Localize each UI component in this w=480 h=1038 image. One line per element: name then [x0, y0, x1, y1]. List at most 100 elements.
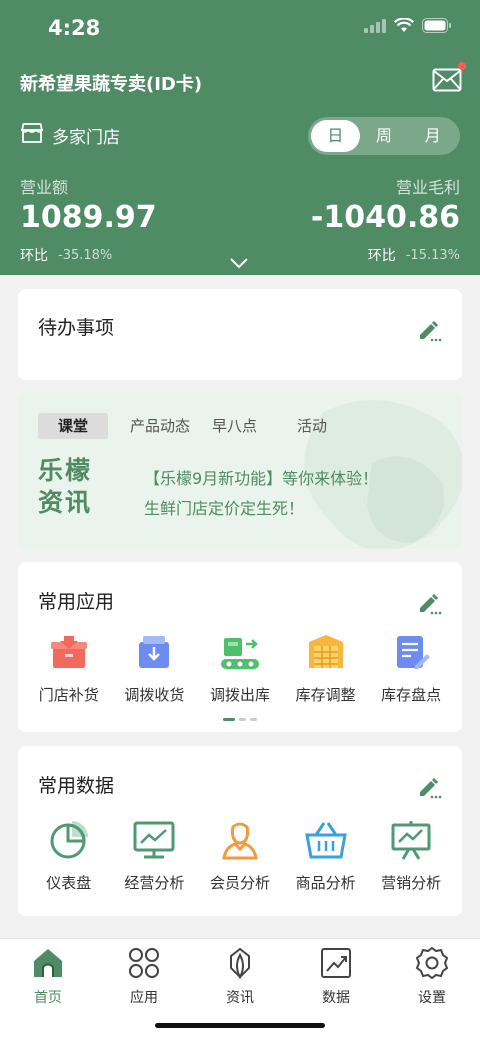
inventory-count-icon — [389, 630, 433, 674]
common-apps-card: 常用应用 门店补货 调拨收货 调拨出库 库存调整 库存盘点 — [18, 562, 462, 732]
home-icon — [30, 945, 66, 981]
wifi-icon — [394, 17, 414, 37]
tab-home-label: 首页 — [34, 990, 62, 1006]
mail-icon[interactable] — [432, 62, 466, 94]
common-data-title: 常用数据 — [38, 775, 115, 797]
data-label: 仪表盘 — [46, 874, 92, 892]
app-label: 门店补货 — [38, 686, 99, 704]
app-label: 调拨收货 — [124, 686, 185, 704]
status-bar: 4:28 — [0, 0, 480, 56]
basket-icon — [304, 818, 348, 862]
multi-store-selector[interactable]: 多家门店 — [20, 122, 120, 149]
member-icon — [218, 818, 262, 862]
inventory-adjust-icon — [304, 630, 348, 674]
gross-profit-ratio: 环比 -15.13% — [368, 245, 460, 265]
tab-settings-label: 设置 — [418, 990, 446, 1006]
tab-apps[interactable]: 应用 — [104, 945, 184, 1007]
gross-profit-ratio-label: 环比 — [367, 248, 396, 264]
app-inventory-count[interactable]: 库存盘点 — [371, 630, 451, 705]
store-title[interactable]: 新希望果蔬专卖(ID卡) — [20, 70, 202, 96]
page-dot — [250, 718, 257, 721]
gross-profit-value: -1040.86 — [310, 200, 460, 235]
battery-icon — [422, 18, 452, 37]
gross-profit-label: 营业毛利 — [395, 178, 460, 197]
page-indicator — [223, 718, 257, 721]
leaf-icon — [222, 945, 258, 981]
news-banner[interactable]: 课堂 产品动态 早八点 活动 乐檬 资讯 【乐檬9月新功能】等你来体验！ 生鲜门… — [18, 393, 462, 549]
news-logo-line1: 乐檬 — [38, 456, 93, 485]
news-logo-line2: 资讯 — [38, 488, 93, 517]
data-label: 商品分析 — [295, 874, 356, 892]
pie-chart-icon — [47, 818, 91, 862]
todo-title: 待办事项 — [38, 317, 115, 339]
data-label: 经营分析 — [124, 874, 185, 892]
news-headline-2[interactable]: 生鲜门店定价定生死！ — [144, 495, 304, 519]
app-store-replenish[interactable]: 门店补货 — [29, 630, 109, 705]
data-label: 营销分析 — [381, 874, 442, 892]
page-dot — [239, 718, 246, 721]
data-label: 会员分析 — [209, 874, 270, 892]
app-label: 调拨出库 — [209, 686, 270, 704]
status-time: 4:28 — [48, 16, 101, 40]
revenue-label: 营业额 — [20, 178, 69, 197]
news-tab-classroom[interactable]: 课堂 — [38, 413, 109, 439]
common-data-row: 仪表盘 经营分析 会员分析 商品分析 营销分析 — [18, 818, 462, 893]
app-label: 库存调整 — [295, 686, 356, 704]
revenue-ratio-label: 环比 — [20, 248, 48, 264]
chevron-down-icon[interactable] — [229, 254, 249, 273]
revenue-ratio: 环比 -35.18% — [20, 245, 112, 265]
gear-icon — [414, 945, 450, 981]
common-data-card: 常用数据 仪表盘 经营分析 会员分析 商品分析 营销分析 — [18, 746, 462, 916]
monitor-chart-icon — [132, 818, 176, 862]
data-product-analysis[interactable]: 商品分析 — [286, 818, 366, 893]
data-member-analysis[interactable]: 会员分析 — [200, 818, 280, 893]
data-business-analysis[interactable]: 经营分析 — [114, 818, 194, 893]
revenue-value: 1089.97 — [20, 200, 157, 235]
trend-chart-icon — [318, 945, 354, 981]
multi-store-label: 多家门店 — [52, 128, 120, 148]
tab-apps-label: 应用 — [130, 990, 158, 1006]
news-tab-morning-eight[interactable]: 早八点 — [212, 413, 257, 439]
tab-settings[interactable]: 设置 — [392, 945, 472, 1007]
edit-icon[interactable] — [416, 317, 442, 343]
header: 4:28 新希望果蔬专卖(ID卡) 多家门店 日 周 月 营业额 1089.97 — [0, 0, 480, 275]
common-apps-title: 常用应用 — [38, 591, 115, 613]
tab-data-label: 数据 — [322, 990, 350, 1006]
news-logo: 乐檬 资讯 — [38, 455, 92, 519]
edit-icon[interactable] — [416, 774, 442, 800]
app-transfer-receive[interactable]: 调拨收货 — [114, 630, 194, 705]
revenue-ratio-value: -35.18% — [58, 247, 113, 263]
home-indicator — [155, 1023, 325, 1028]
store-icon — [20, 122, 44, 149]
apps-grid-icon — [126, 945, 162, 981]
period-tab-day[interactable]: 日 — [311, 120, 360, 152]
tab-news[interactable]: 资讯 — [200, 945, 280, 1007]
news-tab-product-updates[interactable]: 产品动态 — [130, 413, 190, 439]
tab-data[interactable]: 数据 — [296, 945, 376, 1007]
status-icons — [364, 17, 452, 37]
tab-home[interactable]: 首页 — [8, 945, 88, 1007]
edit-icon[interactable] — [416, 590, 442, 616]
news-tab-events[interactable]: 活动 — [297, 413, 327, 439]
store-replenish-icon — [47, 630, 91, 674]
transfer-receive-icon — [132, 630, 176, 674]
signal-icon — [364, 18, 386, 37]
gross-profit-ratio-value: -15.13% — [405, 247, 460, 263]
tab-news-label: 资讯 — [226, 990, 254, 1006]
presentation-icon — [389, 818, 433, 862]
common-apps-row: 门店补货 调拨收货 调拨出库 库存调整 库存盘点 — [18, 630, 462, 705]
page-dot-active — [223, 718, 235, 721]
todo-card[interactable]: 待办事项 — [18, 289, 462, 380]
transfer-out-icon — [218, 630, 262, 674]
news-headline-1[interactable]: 【乐檬9月新功能】等你来体验！ — [144, 465, 378, 489]
app-label: 库存盘点 — [381, 686, 442, 704]
app-transfer-out[interactable]: 调拨出库 — [200, 630, 280, 705]
period-tab-week[interactable]: 周 — [360, 120, 409, 152]
period-toggle: 日 周 月 — [308, 117, 460, 155]
tab-bar: 首页 应用 资讯 数据 设置 — [0, 938, 480, 1038]
data-dashboard[interactable]: 仪表盘 — [29, 818, 109, 893]
app-inventory-adjust[interactable]: 库存调整 — [286, 630, 366, 705]
news-tabs: 课堂 产品动态 早八点 活动 — [38, 413, 327, 439]
period-tab-month[interactable]: 月 — [408, 120, 457, 152]
data-marketing-analysis[interactable]: 营销分析 — [371, 818, 451, 893]
